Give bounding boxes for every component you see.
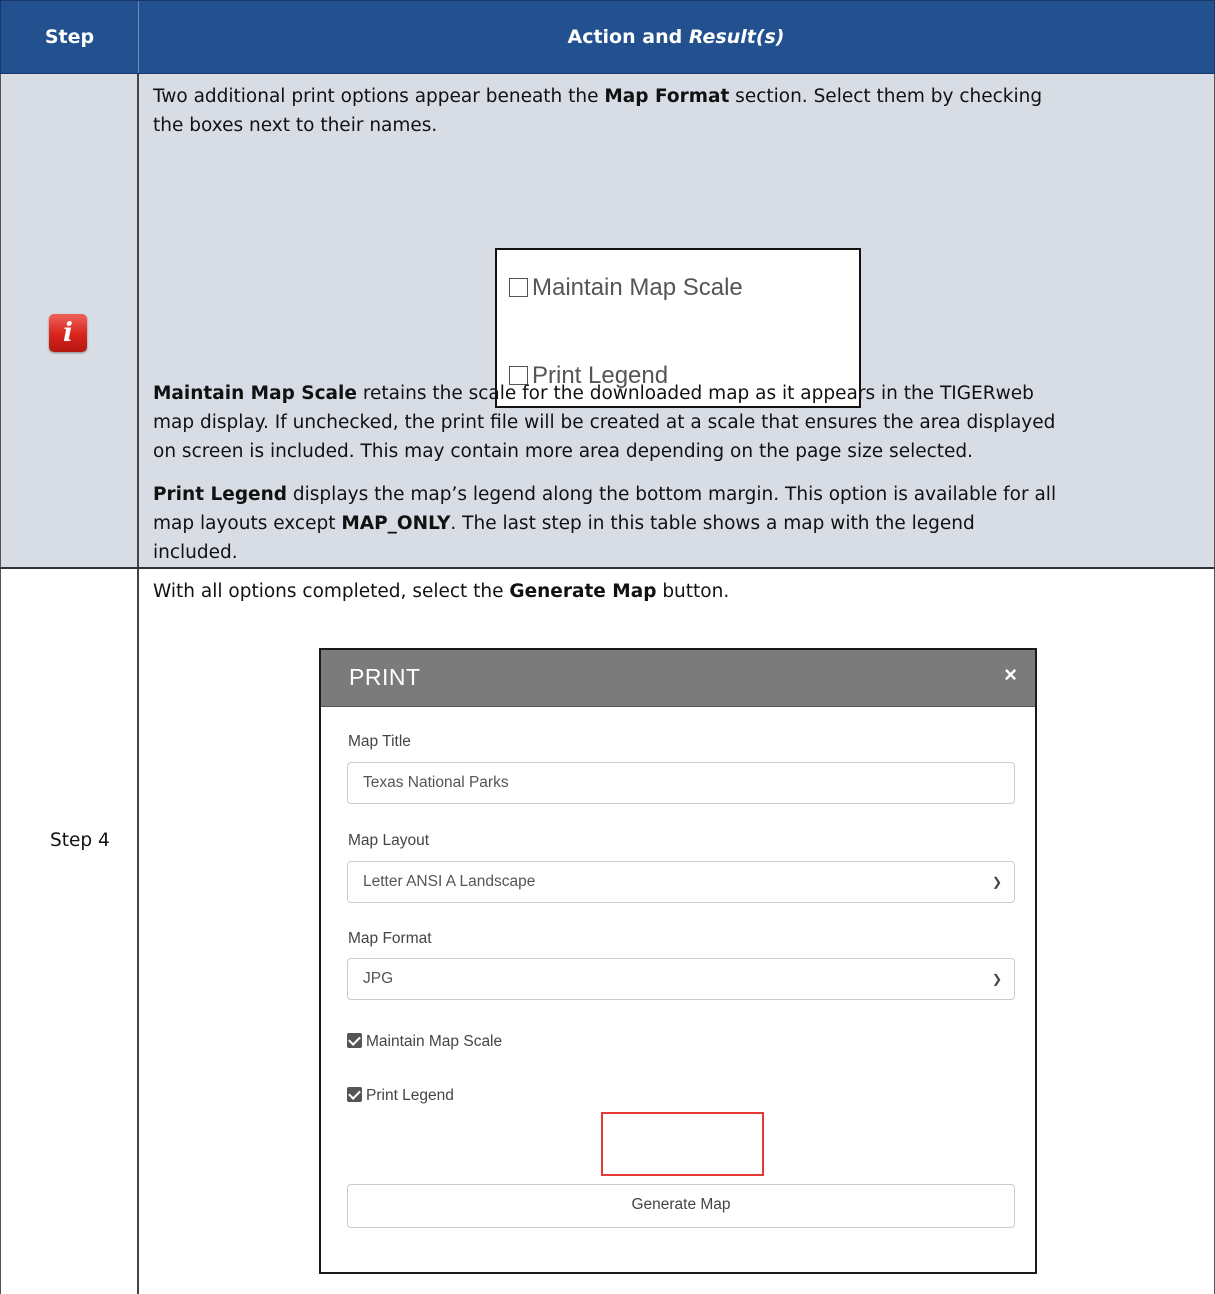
map-layout-label: Map Layout [348,832,429,849]
table-header: Step Action and Result(s) [0,0,1215,74]
highlight-box [601,1112,764,1176]
step4-intro-2: button. [656,581,730,602]
maintain-scale-option: Maintain Map Scale [509,274,743,302]
close-icon[interactable]: × [1004,662,1017,688]
maintain-scale-paragraph: Maintain Map Scale retains the scale for… [153,379,1203,466]
map-format-label: Map Format [348,930,432,947]
intro-text-3: the boxes next to their names. [153,115,438,136]
intro-paragraph: Two additional print options appear bene… [153,82,1203,140]
map-layout-select[interactable]: Letter ANSI A Landscape ❯ [347,861,1015,903]
header-step: Step [1,1,139,73]
p2-line-2: map display. If unchecked, the print fil… [153,412,1056,433]
column-divider [137,74,139,567]
step-label: Step 4 [50,830,110,851]
chevron-down-icon: ❯ [991,875,1002,889]
checkbox-checked-icon [347,1033,362,1048]
map-format-select[interactable]: JPG ❯ [347,958,1015,1000]
print-dialog-title: PRINT [349,664,421,690]
maintain-scale-text: Maintain Map Scale [366,1033,503,1050]
p3-line-2a: map layouts except [153,513,342,534]
map-format-term: Map Format [604,86,730,107]
table-row-step-4: Step 4 With all options completed, selec… [0,569,1215,1294]
p2-line-1: retains the scale for the downloaded map… [356,383,1034,404]
map-only-term: MAP_ONLY [341,513,451,534]
generate-map-label: Generate Map [631,1196,731,1213]
header-action: Action and Result(s) [138,1,1214,73]
table-row-info: i Two additional print options appear be… [0,74,1215,569]
chevron-down-icon: ❯ [991,972,1002,986]
map-title-value: Texas National Parks [363,774,509,791]
column-divider [137,569,139,1294]
p3-line-3: included. [153,542,238,563]
generate-map-button[interactable]: Generate Map [347,1184,1015,1228]
intro-text-2: section. Select them by checking [729,86,1043,107]
print-legend-text: Print Legend [366,1087,454,1104]
print-legend-term: Print Legend [153,484,288,505]
print-dialog: PRINT × Map Title Texas National Parks M… [319,648,1037,1274]
header-result-text: Result(s) [688,26,785,48]
generate-map-term: Generate Map [509,581,657,602]
header-action-text: Action and [567,26,689,48]
checkbox-checked-icon [347,1087,362,1102]
map-title-label: Map Title [348,733,411,750]
maintain-scale-checkbox[interactable]: Maintain Map Scale [347,1033,502,1051]
map-format-value: JPG [363,970,394,987]
info-icon: i [49,314,87,352]
print-dialog-body: Map Title Texas National Parks Map Layou… [321,706,1035,1273]
p2-line-3: on screen is included. This may contain … [153,441,974,462]
print-dialog-header: PRINT × [321,650,1035,706]
procedure-table: Step Action and Result(s) i Two addition… [0,0,1215,1294]
maintain-scale-term: Maintain Map Scale [153,383,357,404]
step4-intro-1: With all options completed, select the [153,581,510,602]
map-title-input[interactable]: Texas National Parks [347,762,1015,804]
maintain-scale-label: Maintain Map Scale [532,274,743,301]
checkbox-icon [509,278,528,297]
p3-line-2c: . The last step in this table shows a ma… [450,513,975,534]
step4-intro: With all options completed, select the G… [153,577,1203,606]
print-legend-paragraph: Print Legend displays the map’s legend a… [153,480,1203,567]
intro-text-1: Two additional print options appear bene… [153,86,605,107]
map-layout-value: Letter ANSI A Landscape [363,873,536,890]
p3-line-1: displays the map’s legend along the bott… [287,484,1057,505]
print-legend-checkbox[interactable]: Print Legend [347,1087,454,1105]
